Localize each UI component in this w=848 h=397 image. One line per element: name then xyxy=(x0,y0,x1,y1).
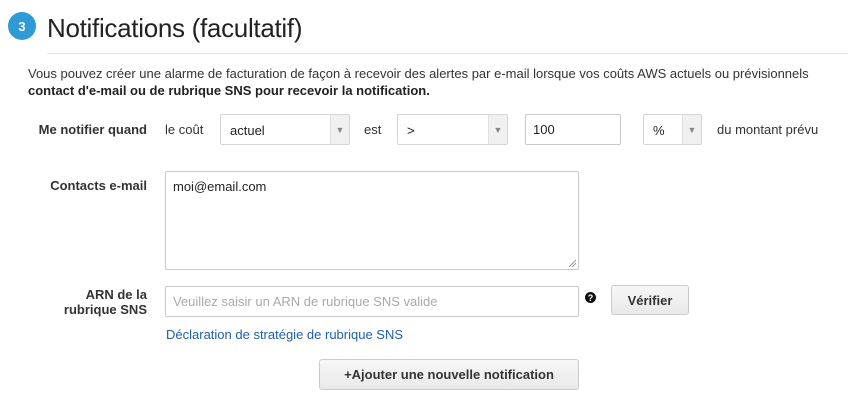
operator-value: > xyxy=(407,123,415,138)
cost-type-value: actuel xyxy=(230,123,265,138)
notify-when-label: Me notifier quand xyxy=(38,122,147,137)
cost-type-select[interactable]: actuel ▼ xyxy=(220,114,350,145)
email-contacts-label: Contacts e-mail xyxy=(50,178,147,193)
unit-select[interactable]: % ▼ xyxy=(643,114,702,145)
chevron-down-icon: ▼ xyxy=(488,115,507,144)
sns-arn-input[interactable]: Veuillez saisir un ARN de rubrique SNS v… xyxy=(165,286,579,317)
step-number-badge: 3 xyxy=(8,12,36,40)
add-notification-button[interactable]: +Ajouter une nouvelle notification xyxy=(319,359,579,390)
chevron-down-icon: ▼ xyxy=(682,115,701,144)
is-text: est xyxy=(364,122,382,137)
threshold-value: 100 xyxy=(533,122,555,137)
section-description: Vous pouvez créer une alarme de facturat… xyxy=(28,65,848,99)
divider xyxy=(47,53,848,54)
email-contacts-textarea[interactable]: moi@email.com xyxy=(165,171,579,270)
sns-arn-label-line2: rubrique SNS xyxy=(63,302,147,317)
sns-arn-label-line1: ARN de la xyxy=(85,287,147,302)
resize-handle-icon[interactable] xyxy=(568,259,576,267)
question-icon[interactable]: ? xyxy=(585,292,596,303)
unit-value: % xyxy=(653,123,665,138)
threshold-input[interactable]: 100 xyxy=(525,114,621,145)
forecast-suffix-text: du montant prévu xyxy=(717,122,819,137)
cost-text: le coût xyxy=(165,122,204,137)
sns-arn-placeholder: Veuillez saisir un ARN de rubrique SNS v… xyxy=(173,294,438,309)
email-contacts-value: moi@email.com xyxy=(173,179,267,194)
chevron-down-icon: ▼ xyxy=(330,115,349,144)
verify-button[interactable]: Vérifier xyxy=(611,285,689,315)
sns-policy-link[interactable]: Déclaration de stratégie de rubrique SNS xyxy=(166,327,403,342)
sns-arn-label: ARN de la rubrique SNS xyxy=(0,287,147,317)
description-line-2: contact d'e-mail ou de rubrique SNS pour… xyxy=(28,83,430,98)
section-title: Notifications (facultatif) xyxy=(47,13,303,43)
description-line-1: Vous pouvez créer une alarme de facturat… xyxy=(28,66,809,81)
operator-select[interactable]: > ▼ xyxy=(397,114,508,145)
